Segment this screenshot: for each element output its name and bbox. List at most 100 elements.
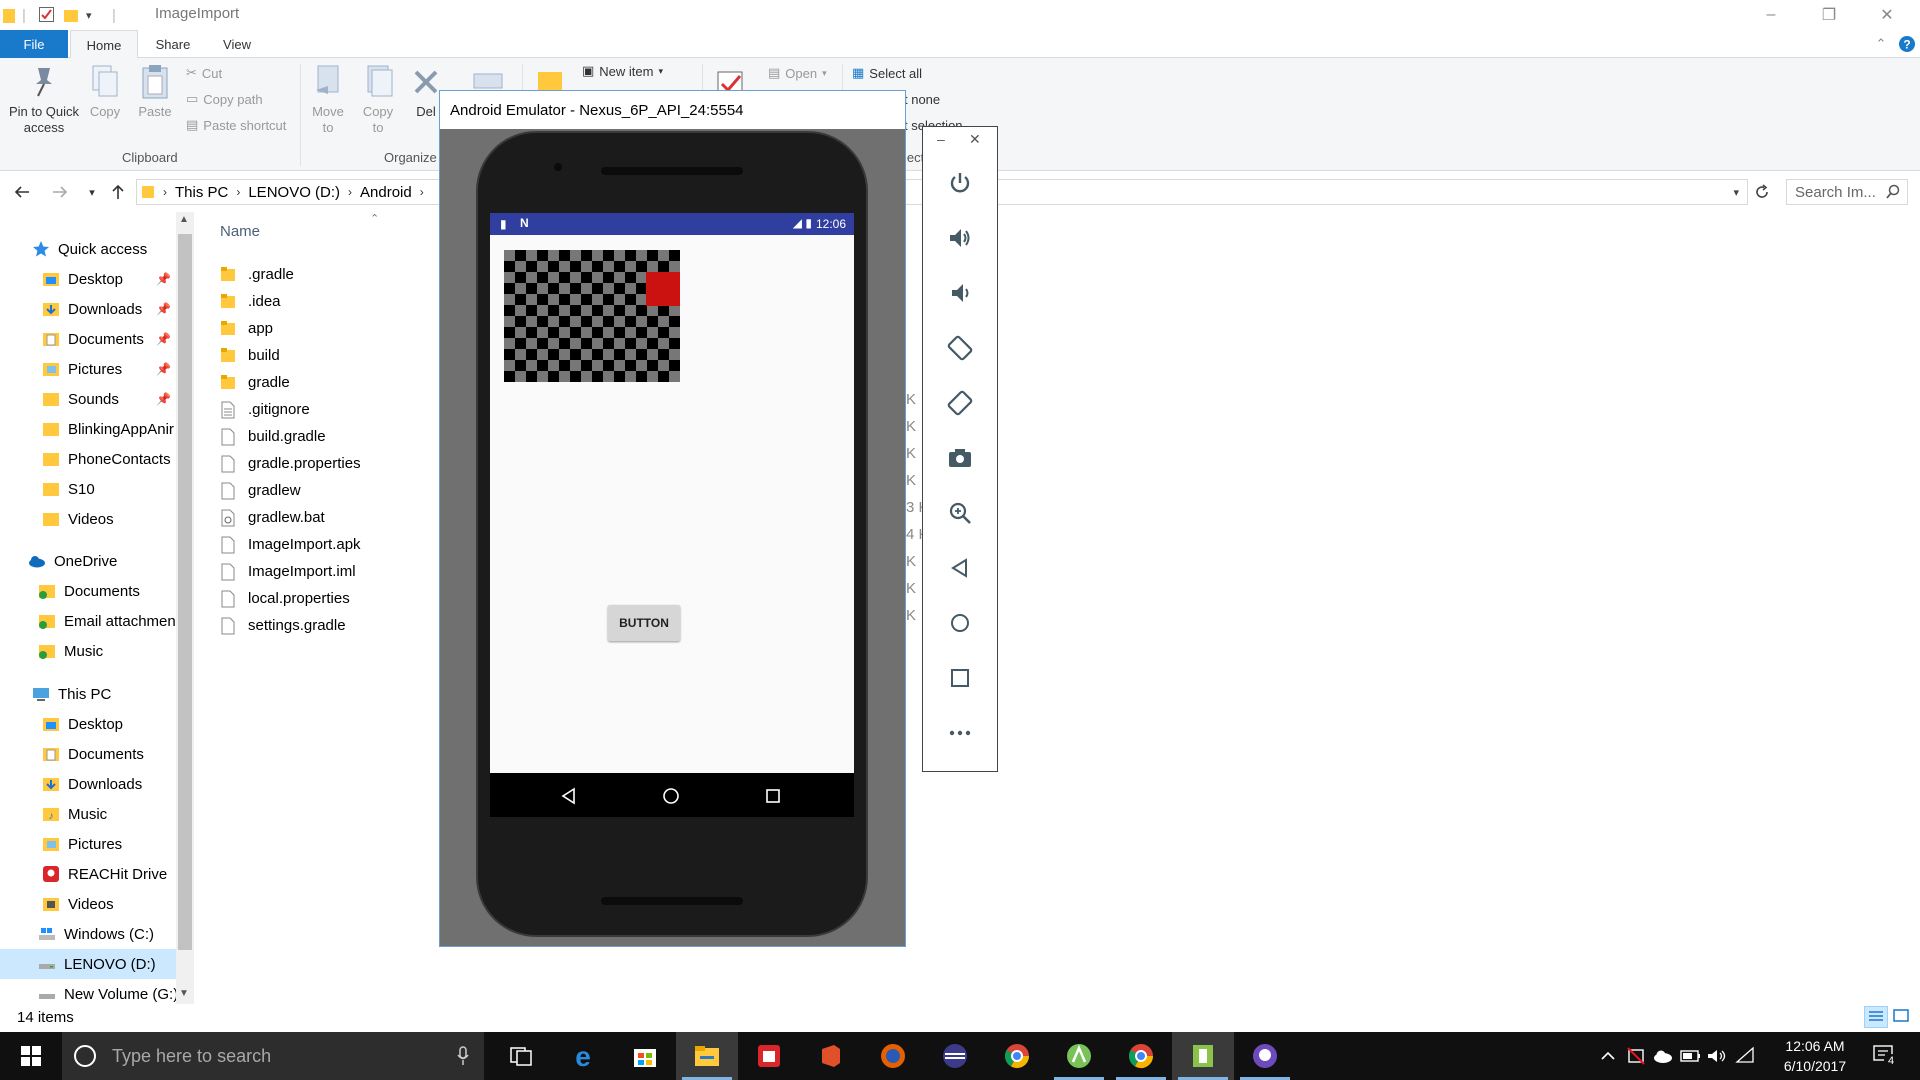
- details-view-button[interactable]: [1864, 1006, 1888, 1028]
- forward-button[interactable]: [48, 180, 72, 204]
- new-folder-icon[interactable]: [62, 4, 80, 26]
- toolbar-close-button[interactable]: ✕: [969, 131, 981, 148]
- delete-button[interactable]: Del: [410, 64, 442, 120]
- nav-onedrive[interactable]: OneDrive: [0, 546, 176, 576]
- github-button[interactable]: [1234, 1032, 1296, 1080]
- file-row[interactable]: gradle.properties: [220, 450, 400, 477]
- back-button-tool[interactable]: [942, 550, 978, 586]
- move-to-button[interactable]: Move to: [308, 64, 348, 136]
- media-button[interactable]: [924, 1032, 986, 1080]
- copy-path-button[interactable]: ▭ Copy path: [186, 88, 263, 110]
- nav-windows-c[interactable]: Windows (C:): [0, 919, 176, 949]
- collapse-ribbon-icon[interactable]: ⌃: [1872, 30, 1890, 58]
- file-row[interactable]: .idea: [220, 288, 400, 315]
- nav-onedrive-music[interactable]: Music: [0, 636, 176, 666]
- file-explorer-button[interactable]: [676, 1032, 738, 1080]
- select-all-button[interactable]: ▦ Select all: [852, 62, 922, 84]
- more-button[interactable]: [942, 715, 978, 751]
- minimize-button[interactable]: –: [1742, 0, 1800, 30]
- back-button[interactable]: [10, 180, 34, 204]
- paste-shortcut-button[interactable]: ▤ Paste shortcut: [186, 114, 286, 136]
- tab-share[interactable]: Share: [142, 30, 204, 58]
- nav-onedrive-documents[interactable]: Documents: [0, 576, 176, 606]
- toolbar-minimize-button[interactable]: –: [937, 131, 945, 147]
- microphone-icon[interactable]: [456, 1046, 470, 1066]
- chrome-window-button[interactable]: [1110, 1032, 1172, 1080]
- copy-button[interactable]: Copy: [84, 64, 126, 120]
- power-button[interactable]: [942, 165, 978, 201]
- office-button[interactable]: [800, 1032, 862, 1080]
- nav-scroll-thumb[interactable]: [178, 234, 192, 950]
- file-row[interactable]: settings.gradle: [220, 612, 400, 639]
- android-button[interactable]: BUTTON: [608, 605, 680, 641]
- recent-locations-button[interactable]: ▾: [80, 180, 104, 204]
- tab-view[interactable]: View: [206, 30, 268, 58]
- tab-file[interactable]: File: [0, 30, 68, 58]
- volume-icon[interactable]: [1706, 1047, 1728, 1065]
- select-none-button[interactable]: t none: [904, 88, 940, 110]
- tab-home[interactable]: Home: [70, 30, 138, 59]
- breadcrumb-lenovo-d[interactable]: LENOVO (D:): [248, 184, 340, 201]
- open-button[interactable]: ▤ Open ▾: [768, 62, 827, 84]
- file-row[interactable]: gradle: [220, 369, 400, 396]
- help-icon[interactable]: ?: [1896, 30, 1918, 58]
- large-icons-view-button[interactable]: [1890, 1006, 1914, 1028]
- nav-pc-music[interactable]: ♪ Music: [0, 799, 176, 829]
- nav-lenovo-d[interactable]: LENOVO (D:): [0, 949, 176, 979]
- nav-pc-pictures[interactable]: Pictures: [0, 829, 176, 859]
- nav-blinkingappanim[interactable]: BlinkingAppAnir: [0, 414, 176, 444]
- nav-phonecontacts[interactable]: PhoneContacts: [0, 444, 176, 474]
- nav-overview-icon[interactable]: [764, 787, 782, 805]
- up-button[interactable]: [106, 180, 130, 204]
- nav-pc-videos[interactable]: Videos: [0, 889, 176, 919]
- breadcrumb-android[interactable]: Android: [360, 184, 412, 201]
- scroll-down-icon[interactable]: ▼: [179, 988, 189, 999]
- android-emulator-window[interactable]: Android Emulator - Nexus_6P_API_24:5554 …: [439, 90, 906, 947]
- nav-pc-downloads[interactable]: Downloads: [0, 769, 176, 799]
- action-center-button[interactable]: 4: [1872, 1044, 1902, 1068]
- nav-scrollbar[interactable]: ▲ ▼: [176, 212, 194, 1004]
- file-row[interactable]: ImageImport.iml: [220, 558, 400, 585]
- onedrive-icon[interactable]: [1652, 1047, 1674, 1065]
- android-studio-button[interactable]: [1048, 1032, 1110, 1080]
- volume-down-button[interactable]: [942, 275, 978, 311]
- overview-button-tool[interactable]: [942, 660, 978, 696]
- wifi-icon[interactable]: [1734, 1046, 1756, 1066]
- nav-sounds[interactable]: Sounds 📌: [0, 384, 176, 414]
- nav-back-icon[interactable]: [560, 787, 578, 805]
- firefox-button[interactable]: [862, 1032, 924, 1080]
- restore-button[interactable]: ❐: [1800, 0, 1858, 30]
- nav-s10[interactable]: S10: [0, 474, 176, 504]
- scroll-up-icon[interactable]: ▲: [179, 214, 189, 225]
- taskbar-search-box[interactable]: Type here to search: [62, 1032, 484, 1080]
- rotate-left-button[interactable]: [942, 330, 978, 366]
- reader-button[interactable]: [738, 1032, 800, 1080]
- nav-pc-desktop[interactable]: Desktop: [0, 709, 176, 739]
- nav-pictures[interactable]: Pictures 📌: [0, 354, 176, 384]
- nav-this-pc[interactable]: This PC: [0, 679, 176, 709]
- task-view-button[interactable]: [490, 1032, 552, 1080]
- store-button[interactable]: [614, 1032, 676, 1080]
- clock[interactable]: 12:06 AM 6/10/2017: [1770, 1036, 1860, 1076]
- close-button[interactable]: ✕: [1858, 0, 1916, 30]
- file-row[interactable]: gradlew.bat: [220, 504, 400, 531]
- phone-screen[interactable]: ▮ N ◢ ▮ 12:06 BUTTON: [490, 213, 854, 817]
- address-dropdown-icon[interactable]: ▾: [1733, 186, 1739, 199]
- file-row[interactable]: .gradle: [220, 261, 400, 288]
- nav-desktop[interactable]: Desktop 📌: [0, 264, 176, 294]
- breadcrumb-this-pc[interactable]: This PC: [175, 184, 228, 201]
- file-row[interactable]: .gitignore: [220, 396, 400, 423]
- file-row[interactable]: local.properties: [220, 585, 400, 612]
- nav-pc-documents[interactable]: Documents: [0, 739, 176, 769]
- network-warning-icon[interactable]: [1626, 1046, 1646, 1066]
- nav-downloads[interactable]: Downloads 📌: [0, 294, 176, 324]
- cut-button[interactable]: ✂ Cut: [186, 62, 222, 84]
- pin-to-quick-access-button[interactable]: Pin to Quick access: [6, 64, 82, 136]
- screenshot-button[interactable]: [942, 440, 978, 476]
- file-row[interactable]: ImageImport.apk: [220, 531, 400, 558]
- home-button-tool[interactable]: [942, 605, 978, 641]
- file-row[interactable]: app: [220, 315, 400, 342]
- rotate-right-button[interactable]: [942, 385, 978, 421]
- nav-quick-access[interactable]: Quick access: [0, 234, 176, 264]
- paste-button[interactable]: Paste: [134, 64, 176, 120]
